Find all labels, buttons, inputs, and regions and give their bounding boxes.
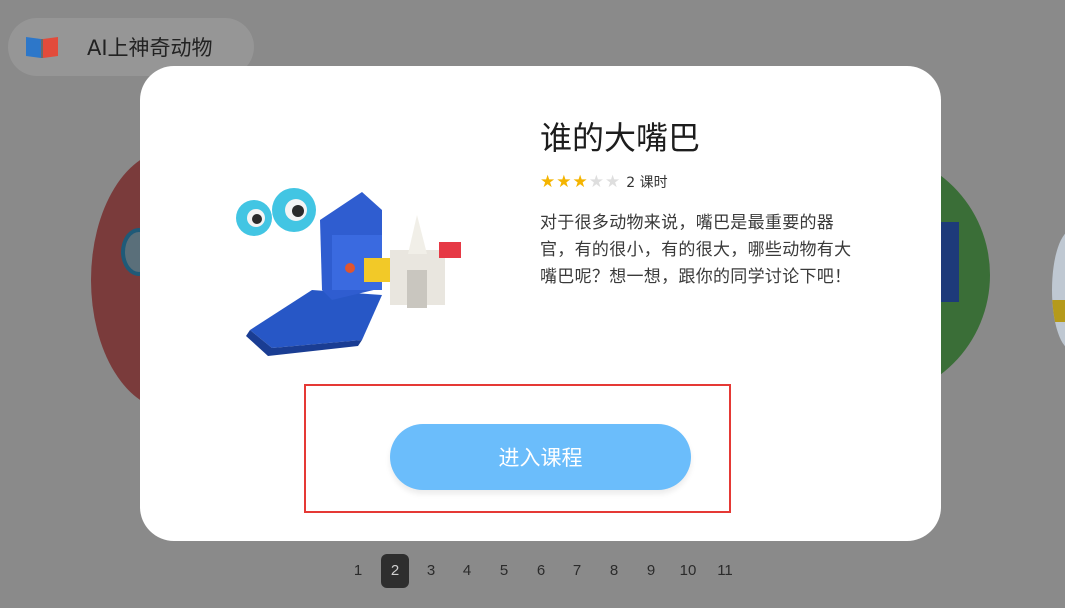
- difficulty-rating: ★ ★ ★ ★ ★ 2 课时: [540, 172, 668, 192]
- enter-course-button[interactable]: 进入课程: [390, 424, 691, 490]
- robot-part-graphic: [1052, 300, 1065, 322]
- lesson-count: 2 课时: [626, 175, 668, 191]
- robot-course-image: [236, 188, 461, 356]
- star-empty-icon: ★: [588, 172, 604, 192]
- page-6[interactable]: 6: [527, 554, 555, 588]
- page-11[interactable]: 11: [711, 554, 739, 588]
- page-1[interactable]: 1: [344, 554, 372, 588]
- page-2-current[interactable]: 2: [381, 554, 409, 588]
- page-4[interactable]: 4: [453, 554, 481, 588]
- star-filled-icon: ★: [540, 172, 556, 192]
- page-10[interactable]: 10: [674, 554, 702, 588]
- course-detail-modal: 谁的大嘴巴 ★ ★ ★ ★ ★ 2 课时 对于很多动物来说，嘴巴是最重要的器官，…: [140, 66, 941, 541]
- page-3[interactable]: 3: [417, 554, 445, 588]
- page-8[interactable]: 8: [600, 554, 628, 588]
- course-title: 谁的大嘴巴: [540, 119, 701, 157]
- star-filled-icon: ★: [556, 172, 572, 192]
- open-book-icon: [26, 37, 58, 58]
- app-title: AI上神奇动物: [87, 36, 213, 60]
- page-9[interactable]: 9: [637, 554, 665, 588]
- course-description: 对于很多动物来说，嘴巴是最重要的器官，有的很小，有的很大，哪些动物有大嘴巴呢？想…: [540, 213, 852, 287]
- page-5[interactable]: 5: [490, 554, 518, 588]
- course-browser-screen: AI上神奇动物 谁的大嘴巴 ★ ★ ★ ★ ★ 2 课时 对于很多动物来说，嘴巴…: [0, 0, 1065, 608]
- star-empty-icon: ★: [605, 172, 621, 192]
- course-card-next-2[interactable]: [1052, 230, 1065, 350]
- page-7[interactable]: 7: [563, 554, 591, 588]
- star-filled-icon: ★: [572, 172, 588, 192]
